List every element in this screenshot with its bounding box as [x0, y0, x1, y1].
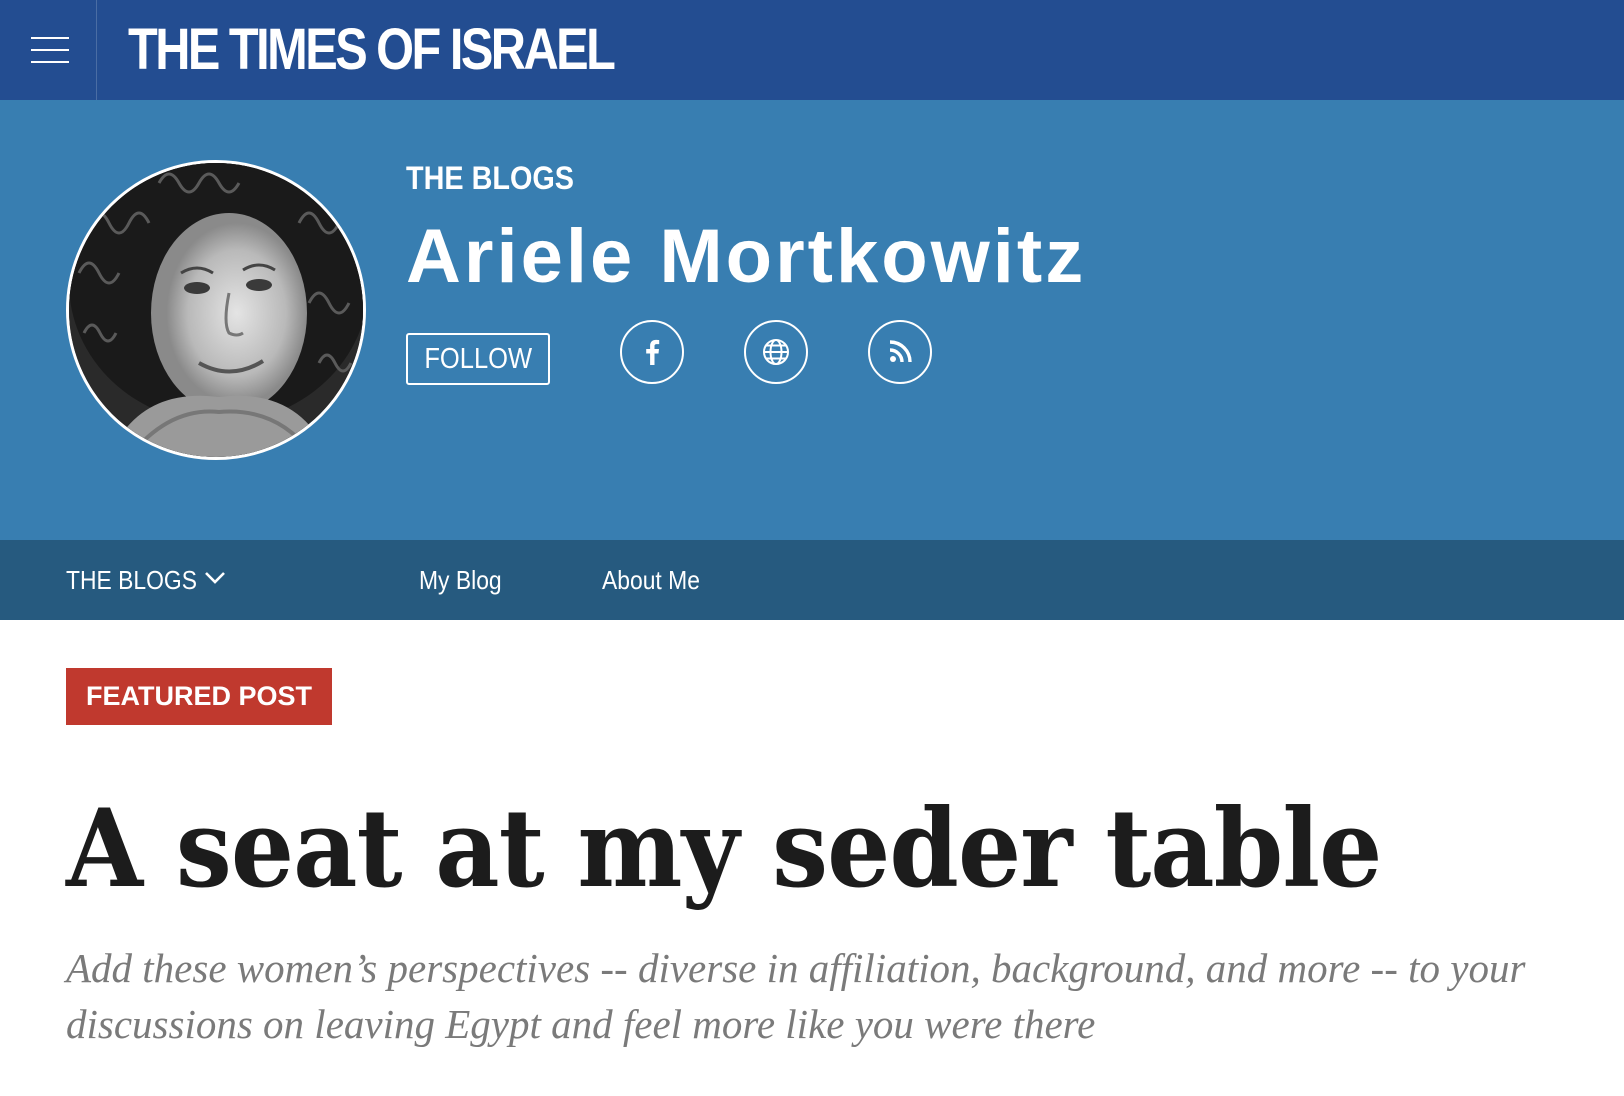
- globe-icon[interactable]: [744, 320, 808, 384]
- article-subtitle: Add these women’s perspectives -- divers…: [66, 945, 1526, 1047]
- author-name: Ariele Mortkowitz: [406, 214, 1087, 299]
- nav-the-blogs-label: THE BLOGS: [66, 565, 197, 595]
- rss-icon[interactable]: [868, 320, 932, 384]
- chevron-down-icon[interactable]: [204, 571, 226, 585]
- nav-the-blogs-dropdown[interactable]: THE BLOGS: [66, 560, 215, 600]
- nav-my-blog-label: My Blog: [419, 565, 502, 595]
- section-label[interactable]: THE BLOGS: [406, 158, 574, 198]
- follow-button-label: FOLLOW: [424, 343, 532, 375]
- author-avatar: [66, 160, 366, 460]
- top-bar: THE TIMES OF ISRAEL: [0, 0, 1624, 100]
- author-header: THE BLOGS Ariele Mortkowitz FOLLOW: [0, 100, 1624, 540]
- featured-post-badge: FEATURED POST: [66, 668, 333, 725]
- nav-about-me[interactable]: About Me: [602, 560, 713, 600]
- hamburger-menu-icon[interactable]: [0, 0, 97, 100]
- facebook-icon[interactable]: [620, 320, 684, 384]
- nav-about-me-label: About Me: [602, 565, 700, 595]
- site-logo[interactable]: THE TIMES OF ISRAEL: [128, 14, 616, 86]
- follow-button[interactable]: FOLLOW: [406, 333, 550, 385]
- nav-my-blog[interactable]: My Blog: [419, 560, 513, 600]
- blog-nav: THE BLOGS My Blog About Me: [0, 540, 1624, 620]
- article-title: A seat at my seder table: [66, 786, 1382, 912]
